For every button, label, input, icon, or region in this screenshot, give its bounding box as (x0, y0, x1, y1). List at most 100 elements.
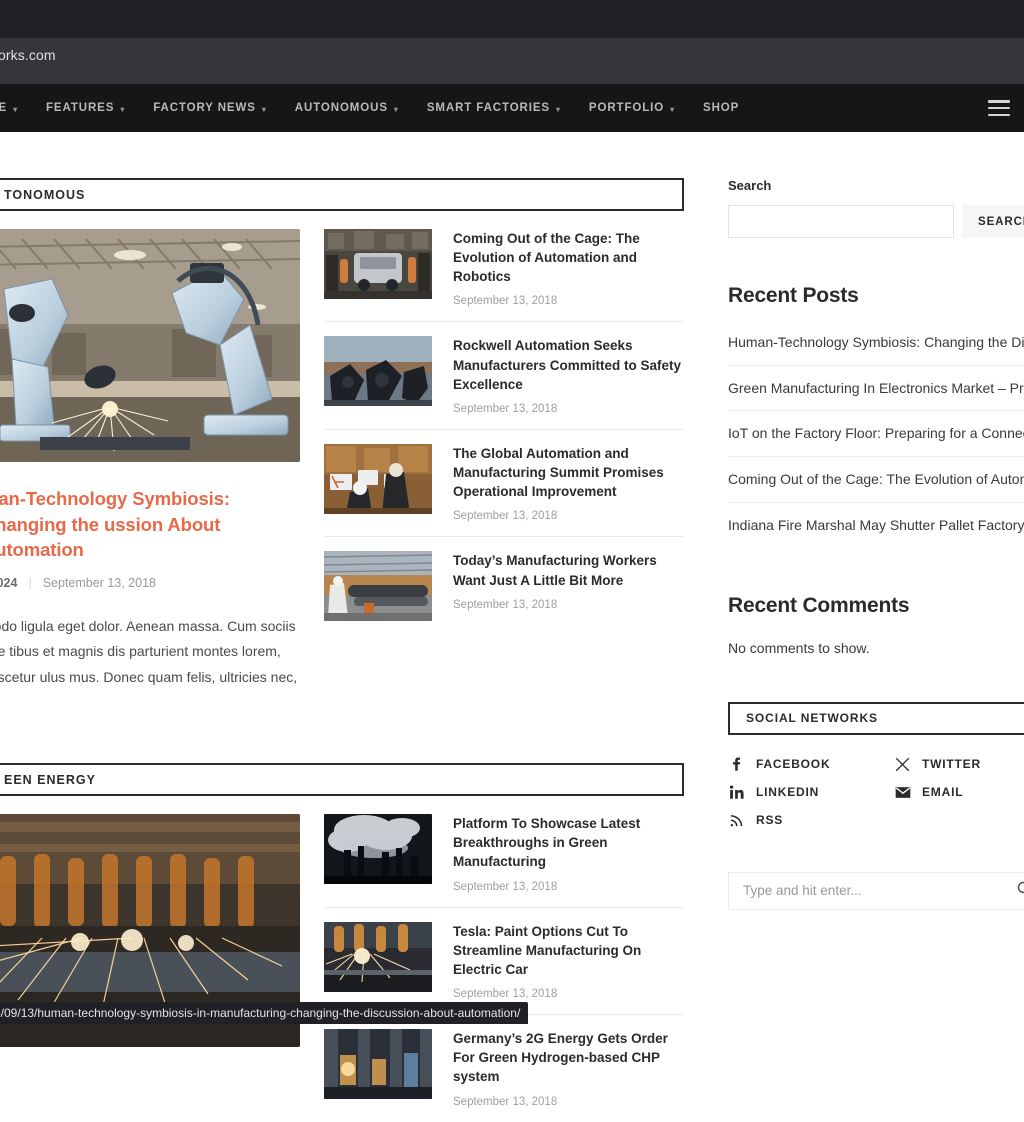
post-thumbnail[interactable] (324, 814, 432, 884)
status-bar-url: 8/09/13/human-technology-symbiosis-in-ma… (0, 1006, 520, 1020)
recent-post-item[interactable]: Coming Out of the Cage: The Evolution of… (728, 457, 1024, 503)
recent-post-item[interactable]: Human-Technology Symbiosis: Changing the… (728, 320, 1024, 366)
search-input[interactable] (729, 206, 953, 237)
search-input-wrapper[interactable] (728, 205, 954, 238)
nav-item-home[interactable]: ME ▾ (0, 102, 32, 114)
post-thumbnail[interactable] (324, 922, 432, 992)
browser-bookmark-strip (0, 72, 1024, 84)
chevron-down-icon: ▾ (120, 105, 125, 114)
featured-article-date: September 13, 2018 (43, 576, 156, 590)
bottom-search-widget[interactable] (728, 872, 1024, 910)
facebook-icon (728, 757, 745, 772)
post-list-item[interactable]: The Global Automation and Manufacturing … (324, 430, 684, 537)
featured-article-image[interactable] (0, 229, 300, 462)
post-list-autonomous: Coming Out of the Cage: The Evolution of… (324, 229, 684, 717)
nav-item-features[interactable]: FEATURES ▾ (32, 102, 139, 114)
section-body-green-energy: Platform To Showcase Latest Breakthrough… (0, 814, 684, 1121)
search-widget-label: Search (728, 178, 1024, 193)
recent-post-item[interactable]: Green Manufacturing In Electronics Marke… (728, 366, 1024, 412)
post-thumbnail[interactable] (324, 551, 432, 621)
recent-comments-empty-text: No comments to show. (728, 640, 1024, 656)
nav-item-smart-factories[interactable]: SMART FACTORIES ▾ (413, 102, 575, 114)
featured-article-author[interactable]: eo024 (0, 576, 17, 590)
social-link-rss[interactable]: RSS (728, 813, 894, 828)
social-link-label: LINKEDIN (756, 785, 819, 799)
nav-item-label: SHOP (703, 102, 739, 114)
post-date: September 13, 2018 (453, 599, 684, 611)
chevron-down-icon: ▾ (670, 105, 675, 114)
main-content-column: TONOMOUS (0, 132, 684, 1122)
post-title[interactable]: Platform To Showcase Latest Breakthrough… (453, 814, 684, 871)
nav-item-label: PORTFOLIO (589, 102, 664, 114)
search-icon[interactable] (1016, 880, 1024, 902)
post-list-item[interactable]: Coming Out of the Cage: The Evolution of… (324, 229, 684, 322)
chevron-down-icon: ▾ (394, 105, 399, 114)
post-thumbnail[interactable] (324, 1029, 432, 1099)
page-content: TONOMOUS (0, 132, 1024, 1024)
social-link-email[interactable]: EMAIL (894, 785, 1024, 800)
featured-article[interactable] (0, 814, 300, 1121)
recent-posts-heading: Recent Posts (728, 284, 1024, 308)
post-date: September 13, 2018 (453, 988, 684, 1000)
meta-separator: | (28, 576, 31, 590)
post-date: September 13, 2018 (453, 881, 684, 893)
rss-icon (728, 813, 745, 828)
recent-post-item[interactable]: Indiana Fire Marshal May Shutter Pallet … (728, 503, 1024, 548)
post-list-item[interactable]: Platform To Showcase Latest Breakthrough… (324, 814, 684, 907)
nav-item-label: SMART FACTORIES (427, 102, 550, 114)
featured-article[interactable]: man-Technology Symbiosis: Changing the u… (0, 229, 300, 717)
site-navigation: ME ▾ FEATURES ▾ FACTORY NEWS ▾ AUTONOMOU… (0, 84, 1024, 132)
search-submit-button[interactable]: SEARCH (962, 205, 1024, 238)
post-text: Coming Out of the Cage: The Evolution of… (453, 229, 684, 307)
post-thumbnail[interactable] (324, 444, 432, 514)
social-link-label: FACEBOOK (756, 757, 830, 771)
post-text: Germany’s 2G Energy Gets Order For Green… (453, 1029, 684, 1107)
hamburger-icon[interactable] (988, 100, 1010, 116)
social-link-label: EMAIL (922, 785, 963, 799)
post-list-item[interactable]: Rockwell Automation Seeks Manufacturers … (324, 322, 684, 429)
industrial-robot-welding-arms-image (0, 229, 300, 462)
engineers-at-workstations-image (324, 444, 432, 514)
power-plant-smokestacks-image (324, 814, 432, 884)
chevron-down-icon: ▾ (556, 105, 561, 114)
featured-article-excerpt: modo ligula eget dolor. Aenean massa. Cu… (0, 614, 300, 718)
featured-article-title[interactable]: man-Technology Symbiosis: Changing the u… (0, 486, 300, 563)
nav-item-factory-news[interactable]: FACTORY NEWS ▾ (139, 102, 281, 114)
robotic-welding-cell-image (324, 336, 432, 406)
post-list-item[interactable]: Tesla: Paint Options Cut To Streamline M… (324, 908, 684, 1015)
nav-item-portfolio[interactable]: PORTFOLIO ▾ (575, 102, 689, 114)
social-link-facebook[interactable]: FACEBOOK (728, 757, 894, 772)
nav-item-shop[interactable]: SHOP (689, 102, 753, 114)
post-title[interactable]: Coming Out of the Cage: The Evolution of… (453, 229, 684, 286)
browser-address-bar[interactable]: orks.com (0, 38, 1024, 72)
post-title[interactable]: The Global Automation and Manufacturing … (453, 444, 684, 501)
bottom-search-input[interactable] (743, 883, 990, 898)
post-text: Tesla: Paint Options Cut To Streamline M… (453, 922, 684, 1000)
post-title[interactable]: Tesla: Paint Options Cut To Streamline M… (453, 922, 684, 979)
nav-item-autonomous[interactable]: AUTONOMOUS ▾ (281, 102, 413, 114)
post-thumbnail[interactable] (324, 229, 432, 299)
email-icon (894, 786, 911, 799)
social-networks-header: SOCIAL NETWORKS (728, 702, 1024, 735)
cnc-cutting-sparks-image (324, 922, 432, 992)
browser-status-bar: 8/09/13/human-technology-symbiosis-in-ma… (0, 1002, 528, 1024)
post-title[interactable]: Rockwell Automation Seeks Manufacturers … (453, 336, 684, 393)
social-networks-title: SOCIAL NETWORKS (746, 711, 878, 725)
post-list-item[interactable]: Germany’s 2G Energy Gets Order For Green… (324, 1015, 684, 1121)
nav-item-label: FEATURES (46, 102, 114, 114)
recent-post-item[interactable]: IoT on the Factory Floor: Preparing for … (728, 411, 1024, 457)
nav-item-list: ME ▾ FEATURES ▾ FACTORY NEWS ▾ AUTONOMOU… (0, 84, 753, 132)
browser-tab-strip (0, 0, 1024, 38)
post-text: The Global Automation and Manufacturing … (453, 444, 684, 522)
social-link-linkedin[interactable]: LINKEDIN (728, 785, 894, 800)
social-link-twitter[interactable]: TWITTER (894, 757, 1024, 772)
twitter-x-icon (894, 757, 911, 772)
post-text: Today’s Manufacturing Workers Want Just … (453, 551, 684, 621)
section-header-autonomous: TONOMOUS (0, 178, 684, 211)
post-thumbnail[interactable] (324, 336, 432, 406)
post-list-item[interactable]: Today’s Manufacturing Workers Want Just … (324, 537, 684, 635)
post-title[interactable]: Germany’s 2G Energy Gets Order For Green… (453, 1029, 684, 1086)
post-date: September 13, 2018 (453, 1096, 684, 1108)
post-title[interactable]: Today’s Manufacturing Workers Want Just … (453, 551, 684, 589)
automotive-assembly-line-image (324, 229, 432, 299)
